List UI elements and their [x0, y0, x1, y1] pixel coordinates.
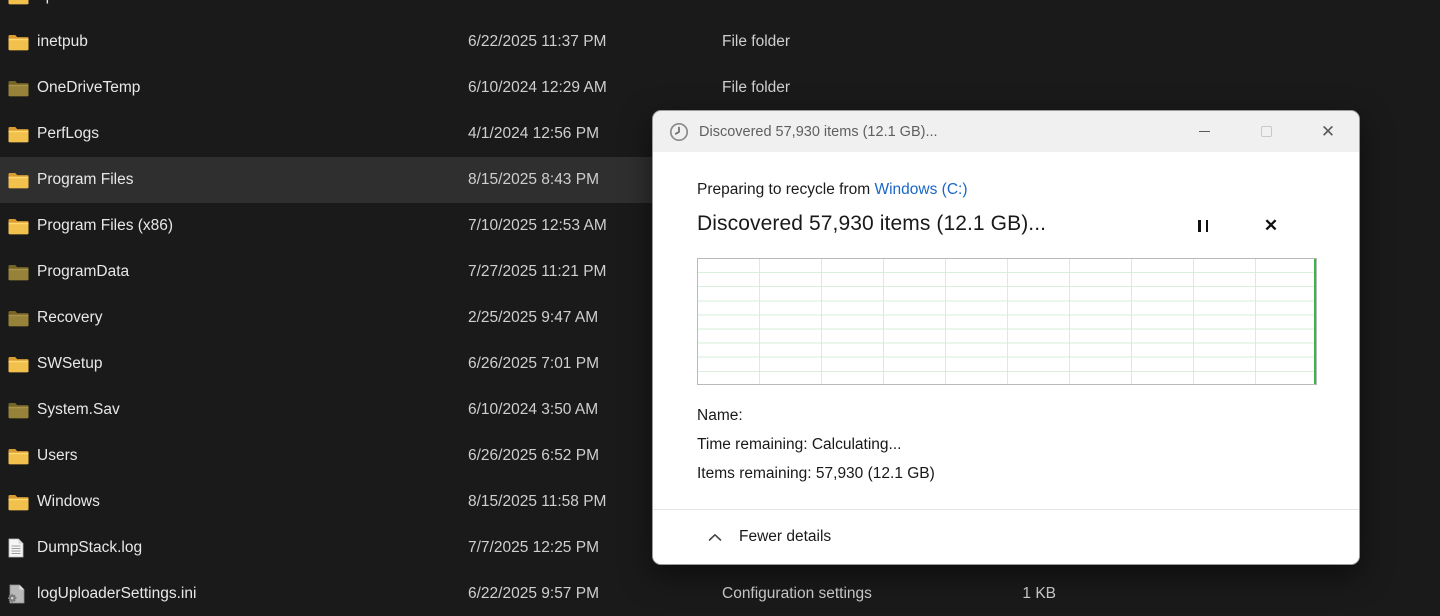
folder-hidden-icon [8, 262, 30, 282]
file-name: logUploaderSettings.ini [37, 585, 197, 602]
date-modified: 6/10/2024 12:29 AM [468, 79, 607, 96]
recycle-progress-dialog: Discovered 57,930 items (12.1 GB)... ✕ P… [652, 110, 1360, 565]
file-name: Program Files [37, 171, 134, 188]
time-remaining-value: Calculating... [811, 436, 902, 453]
file-name: OneDriveTemp [37, 79, 141, 96]
file-name: inetpub [37, 33, 88, 50]
date-modified: 8/15/2025 11:58 PM [468, 493, 607, 510]
list-item[interactable]: OneDriveTemp 6/10/2024 12:29 AM File fol… [0, 65, 1440, 111]
folder-icon [8, 446, 30, 466]
folder-hidden-icon [8, 78, 30, 98]
file-name: PerfLogs [37, 125, 100, 142]
file-name: ProgramData [37, 263, 130, 280]
folder-hidden-icon [8, 400, 30, 420]
file-name: Recovery [37, 309, 103, 326]
date-modified: 6/26/2025 7:01 PM [468, 355, 599, 372]
date-modified: 6/26/2025 6:52 PM [468, 447, 599, 464]
folder-icon [8, 492, 30, 512]
list-item[interactable]: hp 5/10/2024 9:43 PM File folder [0, 0, 1440, 19]
date-modified: 5/10/2024 9:43 PM [468, 0, 599, 5]
date-modified: 7/7/2025 12:25 PM [468, 539, 599, 556]
cancel-button[interactable]: ✕ [1255, 212, 1287, 240]
file-name: hp [37, 0, 54, 5]
detail-time-line: Time remaining: Calculating... [697, 436, 902, 453]
file-type: File folder [722, 79, 791, 96]
operation-status-line: Preparing to recycle from Windows (C:) [697, 181, 1315, 199]
document-icon [8, 538, 30, 558]
detail-name-line: Name: [697, 407, 743, 424]
date-modified: 7/27/2025 11:21 PM [468, 263, 607, 280]
progress-heading-row: Discovered 57,930 items (12.1 GB)... ✕ [697, 212, 1315, 242]
list-item[interactable]: inetpub 6/22/2025 11:37 PM File folder [0, 19, 1440, 65]
dialog-titlebar: Discovered 57,930 items (12.1 GB)... ✕ [653, 111, 1359, 152]
transfer-speed-graph [697, 258, 1317, 385]
file-type: Configuration settings [722, 585, 872, 602]
fewer-details-toggle[interactable]: Fewer details [653, 509, 1359, 564]
file-name: Windows [37, 493, 100, 510]
maximize-button [1235, 111, 1297, 152]
drive-link[interactable]: Windows (C:) [874, 181, 967, 198]
date-modified: 7/10/2025 12:53 AM [468, 217, 607, 234]
graph-position-line [1313, 259, 1316, 384]
chevron-up-icon [708, 533, 722, 542]
folder-icon [8, 354, 30, 374]
date-modified: 6/22/2025 11:37 PM [468, 33, 607, 50]
file-name: Users [37, 447, 78, 464]
dialog-body: Preparing to recycle from Windows (C:) D… [653, 181, 1359, 488]
window-controls: ✕ [1173, 111, 1359, 152]
date-modified: 4/1/2024 12:56 PM [468, 125, 599, 142]
progress-details: Name: Time remaining: Calculating... Ite… [697, 401, 1315, 488]
folder-icon [8, 170, 30, 190]
folder-icon [8, 216, 30, 236]
file-type: File folder [722, 33, 791, 50]
detail-items-line: Items remaining: 57,930 (12.1 GB) [697, 465, 935, 482]
pause-button[interactable] [1187, 212, 1219, 240]
date-modified: 6/22/2025 9:57 PM [468, 585, 599, 602]
fewer-details-label: Fewer details [739, 528, 832, 545]
date-modified: 6/10/2024 3:50 AM [468, 401, 599, 418]
folder-icon [8, 0, 30, 6]
file-name: Program Files (x86) [37, 217, 174, 234]
prep-text: Preparing to recycle from [697, 181, 875, 198]
date-modified: 8/15/2025 8:43 PM [468, 171, 599, 188]
file-type: File folder [722, 0, 790, 5]
progress-heading: Discovered 57,930 items (12.1 GB)... [697, 212, 1047, 235]
file-name: System.Sav [37, 401, 120, 418]
file-name: SWSetup [37, 355, 103, 372]
folder-hidden-icon [8, 308, 30, 328]
date-modified: 2/25/2025 9:47 AM [468, 309, 599, 326]
file-name: DumpStack.log [37, 539, 143, 556]
minimize-button[interactable] [1173, 111, 1235, 152]
folder-icon [8, 32, 30, 52]
file-size: 1 KB [1022, 585, 1056, 602]
clock-icon [668, 121, 690, 143]
list-item[interactable]: logUploaderSettings.ini 6/22/2025 9:57 P… [0, 571, 1440, 616]
close-icon[interactable]: ✕ [1297, 111, 1359, 152]
folder-icon [8, 124, 30, 144]
dialog-title: Discovered 57,930 items (12.1 GB)... [699, 123, 938, 140]
document-gear-icon [8, 584, 30, 604]
items-remaining-value: 57,930 (12.1 GB) [815, 465, 935, 482]
